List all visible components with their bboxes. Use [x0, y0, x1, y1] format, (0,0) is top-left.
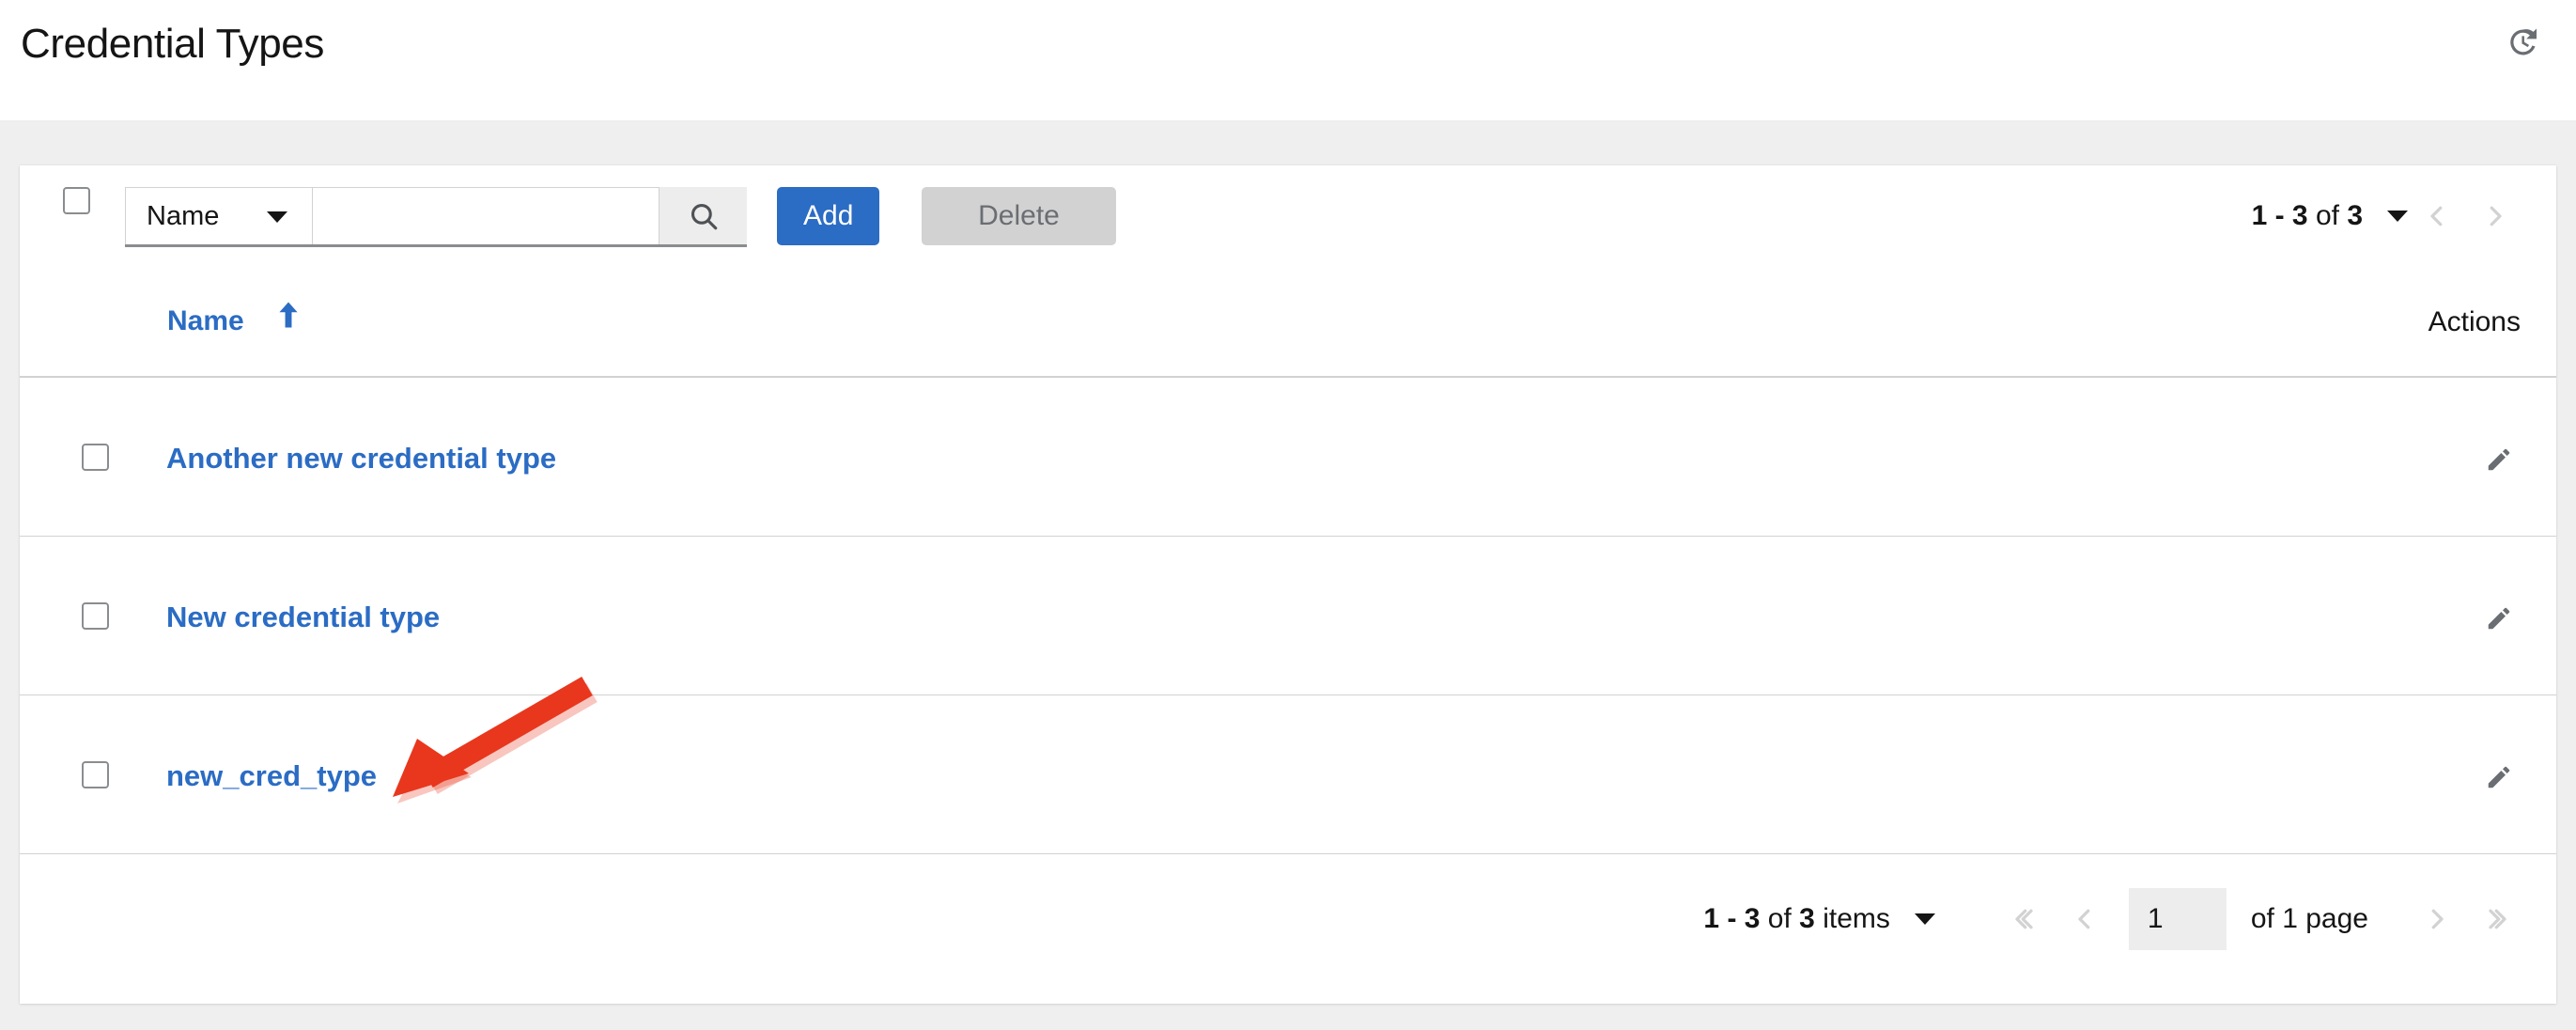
table-row[interactable]: New credential type	[20, 537, 2556, 695]
column-header-actions: Actions	[2429, 306, 2521, 338]
page-number-input[interactable]	[2129, 888, 2227, 950]
pencil-icon[interactable]	[2470, 430, 2528, 489]
table-row[interactable]: new_cred_type	[20, 695, 2556, 854]
bottom-range-end: 3	[1745, 903, 1761, 934]
bottom-pagination-first-button[interactable]	[1997, 890, 2056, 948]
delete-button[interactable]: Delete	[922, 187, 1116, 245]
bottom-range-items-suffix: items	[1815, 903, 1890, 934]
top-range-total: 3	[2347, 200, 2363, 231]
bottom-pagination-summary: 1 - 3 of 3 items	[1703, 903, 1889, 935]
arrow-up-icon[interactable]	[276, 301, 301, 334]
select-all-checkbox[interactable]	[63, 187, 90, 214]
column-header-name[interactable]: Name	[167, 305, 244, 337]
bottom-pagination-nav-left	[1997, 890, 2114, 948]
bottom-range-dash: -	[1719, 903, 1745, 934]
filter-type-select[interactable]: Name	[125, 187, 313, 244]
bottom-range-of: of	[1760, 903, 1799, 934]
bottom-pagination: 1 - 3 of 3 items of 1 page	[1703, 888, 2524, 950]
row-name-link[interactable]: Another new credential type	[166, 442, 556, 476]
top-pagination-prev-button[interactable]	[2408, 187, 2466, 245]
page-header: Credential Types	[0, 0, 2576, 120]
search-input[interactable]	[313, 187, 660, 244]
row-checkbox[interactable]	[82, 761, 109, 788]
top-range-of: of	[2308, 200, 2348, 231]
top-range-start: 1	[2252, 200, 2268, 231]
bottom-pagination-last-button[interactable]	[2466, 890, 2524, 948]
add-button[interactable]: Add	[777, 187, 879, 245]
row-name-link[interactable]: New credential type	[166, 601, 440, 634]
row-name-link[interactable]: new_cred_type	[166, 759, 377, 793]
row-checkbox[interactable]	[82, 602, 109, 630]
top-pagination-next-button[interactable]	[2466, 187, 2524, 245]
filter-type-label: Name	[147, 201, 219, 232]
top-range-end: 3	[2292, 200, 2308, 231]
pencil-icon[interactable]	[2470, 748, 2528, 806]
table-header-row: Name Actions	[20, 267, 2556, 378]
history-icon[interactable]	[2493, 13, 2552, 71]
top-pagination-per-page-toggle[interactable]	[2387, 211, 2408, 222]
top-pagination: 1 - 3 of 3	[2252, 187, 2524, 245]
page-title: Credential Types	[21, 21, 324, 68]
table-row[interactable]: Another new credential type	[20, 378, 2556, 537]
bottom-pagination-prev-button[interactable]	[2056, 890, 2114, 948]
top-pagination-summary: 1 - 3 of 3	[2252, 200, 2363, 232]
top-range-dash: -	[2267, 200, 2292, 231]
chevron-down-icon	[267, 211, 287, 223]
table-footer: 1 - 3 of 3 items of 1 page	[20, 854, 2556, 984]
credential-types-card: Name Add Delete 1 - 3 of 3	[20, 165, 2556, 1004]
pencil-icon[interactable]	[2470, 589, 2528, 648]
table-toolbar: Name Add Delete 1 - 3 of 3	[20, 165, 2556, 267]
bottom-pagination-nav-right	[2408, 890, 2524, 948]
of-page-label: of 1 page	[2251, 903, 2368, 935]
search-button[interactable]	[660, 187, 747, 244]
bottom-pagination-next-button[interactable]	[2408, 890, 2466, 948]
row-checkbox[interactable]	[82, 444, 109, 471]
bottom-range-start: 1	[1703, 903, 1719, 934]
search-filter-group: Name	[125, 187, 747, 247]
bottom-range-total: 3	[1799, 903, 1815, 934]
bottom-pagination-per-page-toggle[interactable]	[1915, 913, 1935, 925]
